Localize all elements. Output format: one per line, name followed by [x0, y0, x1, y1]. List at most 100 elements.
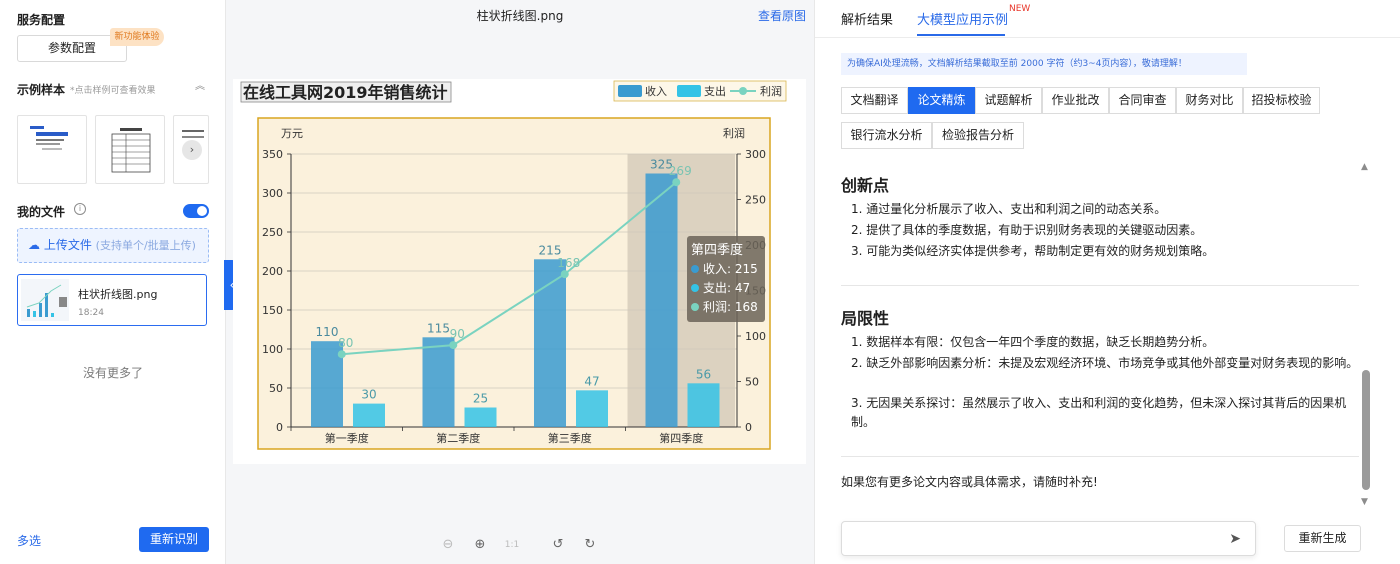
- cloud-upload-icon: ☁: [28, 238, 40, 252]
- chevron-up-icon[interactable]: ︽: [194, 81, 206, 93]
- list-item: 3. 可能为类似经济实体提供参考，帮助制定更有效的财务规划策略。: [851, 244, 1215, 258]
- y-tick-label: 0: [276, 421, 283, 434]
- tab-question-analysis[interactable]: 试题解析: [975, 87, 1042, 114]
- actual-size-icon[interactable]: 1:1: [502, 535, 522, 555]
- x-tick-label: 第四季度: [659, 431, 703, 445]
- tab-paper-refine[interactable]: 论文精炼: [908, 87, 975, 114]
- tab-doc-translate[interactable]: 文档翻译: [841, 87, 908, 114]
- list-item: 1. 通过量化分析展示了收入、支出和利润之间的动态关系。: [851, 202, 1167, 216]
- y-axis-label: 万元: [281, 127, 303, 140]
- bar-expense-label: 47: [584, 374, 599, 388]
- section-divider: [841, 285, 1359, 286]
- file-time: 18:24: [78, 308, 104, 318]
- app-root: 服务配置 参数配置 新功能体验 示例样本 *点击样例可查看效果 ︽ › 我的文件…: [0, 0, 1400, 564]
- tab-inspection-report[interactable]: 检验报告分析: [932, 122, 1024, 149]
- regenerate-button[interactable]: 重新生成: [1284, 525, 1361, 552]
- my-files-toggle[interactable]: [183, 204, 209, 218]
- tooltip-dot: [691, 265, 699, 273]
- closing-text: 如果您有更多论文内容或具体需求，请随时补充!: [841, 475, 1098, 489]
- y-right-tick-label: 0: [745, 421, 752, 434]
- y-tick-label: 150: [262, 304, 283, 317]
- bar-income-label: 110: [316, 325, 339, 339]
- view-original-link[interactable]: 查看原图: [758, 7, 806, 24]
- chart-title: 在线工具网2019年销售统计: [243, 83, 448, 102]
- y-tick-label: 100: [262, 343, 283, 356]
- y-tick-label: 250: [262, 226, 283, 239]
- tooltip-line: 利润: 168: [703, 300, 758, 314]
- bar-expense-label: 30: [361, 388, 376, 402]
- tab-contract-review[interactable]: 合同审查: [1109, 87, 1176, 114]
- chart-thumb-icon: [26, 284, 67, 317]
- profit-label: 90: [450, 327, 465, 341]
- rotate-right-icon[interactable]: ↻: [580, 535, 600, 555]
- profit-label: 269: [669, 164, 692, 178]
- new-feature-badge[interactable]: 新功能体验: [110, 28, 164, 46]
- rotate-left-icon[interactable]: ↺: [548, 535, 568, 555]
- section-divider: [841, 456, 1359, 457]
- profit-label: 80: [338, 336, 353, 350]
- chart-image: 在线工具网2019年销售统计 0 50 100 150 200 250 300 350 0 50 10…: [233, 79, 806, 464]
- profit-point: [672, 178, 681, 187]
- legend-label-profit: 利润: [760, 84, 782, 98]
- tab-llm-examples[interactable]: 大模型应用示例: [917, 9, 1008, 28]
- send-icon[interactable]: ➤: [1229, 531, 1241, 547]
- tab-bid-check[interactable]: 招投标校验: [1243, 87, 1320, 114]
- tooltip-title: 第四季度: [691, 242, 743, 258]
- zoom-in-icon[interactable]: ⊕: [470, 535, 490, 555]
- notice-banner: 为确保AI处理流畅，文档解析结果截取至前 2000 字符（约3~4页内容），敬请…: [841, 53, 1247, 75]
- scroll-down-arrow[interactable]: ▼: [1361, 497, 1368, 507]
- legend-label-expense: 支出: [704, 84, 726, 98]
- sample-thumb-1[interactable]: [17, 115, 87, 184]
- result-panel: 解析结果 大模型应用示例 NEW 为确保AI处理流畅，文档解析结果截取至前 20…: [814, 0, 1400, 564]
- active-tab-indicator: [917, 34, 1005, 36]
- preview-panel: 柱状折线图.png 查看原图 ‹ 在线工具网2019年销售统计 0 50 100 150…: [224, 0, 814, 564]
- legend-marker-profit: [739, 87, 747, 95]
- bar-expense: [464, 407, 497, 427]
- y-right-axis-label: 利润: [723, 126, 745, 140]
- bar-expense: [576, 390, 608, 427]
- x-tick-label: 第三季度: [548, 431, 592, 445]
- profit-label: 168: [557, 256, 580, 270]
- upload-sub-label: (支持单个/批量上传): [95, 239, 196, 252]
- info-icon[interactable]: i: [74, 203, 86, 215]
- scroll-up-arrow[interactable]: ▲: [1361, 162, 1368, 172]
- new-badge: NEW: [1009, 4, 1031, 14]
- bar-income: [645, 173, 678, 427]
- table-preview-icon: [111, 128, 151, 173]
- chevron-right-icon[interactable]: ›: [182, 140, 202, 160]
- y-right-tick-label: 100: [745, 330, 766, 343]
- chat-input[interactable]: ➤: [841, 521, 1256, 556]
- legend-swatch-income: [618, 85, 642, 97]
- scrollbar-thumb[interactable]: [1362, 370, 1370, 490]
- tab-finance-compare[interactable]: 财务对比: [1176, 87, 1243, 114]
- file-name: 柱状折线图.png: [78, 288, 158, 301]
- no-more-text: 没有更多了: [82, 366, 143, 380]
- x-tick-label: 第一季度: [325, 431, 369, 445]
- zoom-out-icon[interactable]: ⊖: [438, 535, 458, 555]
- tab-divider: [815, 37, 1400, 38]
- tab-parse-result[interactable]: 解析结果: [841, 9, 893, 28]
- x-tick-label: 第二季度: [436, 431, 480, 445]
- list-item: 2. 缺乏外部影响因素分析：未提及宏观经济环境、市场竞争或其他外部变量对财务表现…: [851, 356, 1359, 370]
- reidentify-button[interactable]: 重新识别: [139, 527, 209, 552]
- file-card[interactable]: 柱状折线图.png 18:24: [17, 274, 207, 326]
- section-heading-innovation: 创新点: [841, 176, 890, 195]
- profit-point: [449, 341, 458, 350]
- y-tick-label: 50: [269, 382, 283, 395]
- tab-homework-grading[interactable]: 作业批改: [1042, 87, 1109, 114]
- upload-file-area[interactable]: ☁ 上传文件 (支持单个/批量上传): [17, 228, 209, 263]
- bar-income: [422, 337, 455, 427]
- y-right-tick-label: 50: [745, 376, 759, 389]
- list-item: 1. 数据样本有限：仅包含一年四个季度的数据，缺乏长期趋势分析。: [851, 335, 1215, 349]
- multi-select-link[interactable]: 多选: [17, 532, 41, 549]
- tooltip-line: 收入: 215: [703, 262, 758, 276]
- preview-toolbar: ⊖ ⊕ 1:1 ↺ ↻: [226, 535, 814, 555]
- tab-bank-statement[interactable]: 银行流水分析: [841, 122, 932, 149]
- y-tick-label: 200: [262, 265, 283, 278]
- bar-expense-label: 56: [696, 367, 711, 381]
- bar-income-label: 115: [427, 321, 450, 335]
- bar-expense-label: 25: [473, 392, 488, 406]
- sample-thumb-2[interactable]: [95, 115, 165, 184]
- list-item: 2. 提供了具体的季度数据，有助于识别财务表现的关键驱动因素。: [851, 223, 1203, 237]
- y-tick-label: 300: [262, 187, 283, 200]
